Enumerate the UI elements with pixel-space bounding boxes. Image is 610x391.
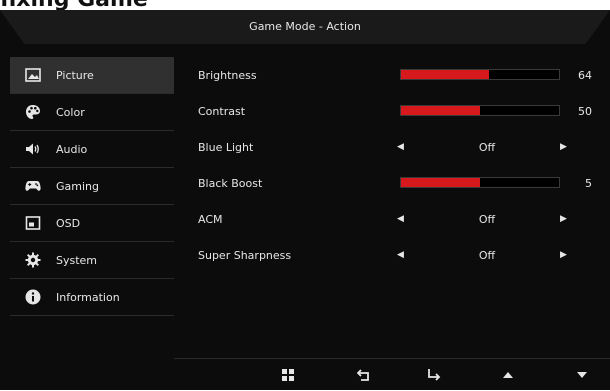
setting-option-value: Off [478, 248, 496, 262]
sidebar-item-color[interactable]: Color [10, 94, 174, 131]
sidebar-item-label: Information [56, 290, 120, 304]
gamepad-icon [24, 177, 42, 195]
sidebar-item-picture[interactable]: Picture [10, 57, 174, 94]
sidebar-item-osd[interactable]: OSD [10, 205, 174, 242]
brightness-slider[interactable] [400, 69, 560, 80]
setting-option-value: Off [478, 140, 496, 154]
info-icon [24, 288, 42, 306]
arrow-right-icon[interactable]: ▶ [560, 142, 567, 152]
sidebar-item-information[interactable]: Information [10, 279, 174, 316]
setting-label: Brightness [198, 68, 257, 82]
sidebar-item-label: System [56, 253, 98, 267]
sidebar-item-label: Audio [56, 142, 88, 156]
gear-icon [24, 251, 42, 269]
sidebar-item-gaming[interactable]: Gaming [10, 168, 174, 205]
setting-row-contrast[interactable]: Contrast 50 [198, 93, 598, 129]
picture-icon [24, 66, 42, 84]
setting-option-value: Off [478, 212, 496, 226]
up-icon[interactable] [498, 365, 518, 385]
sidebar-item-label: Color [56, 105, 85, 119]
setting-value: 50 [578, 104, 592, 118]
setting-value: 64 [578, 68, 592, 82]
arrow-left-icon[interactable]: ◀ [397, 214, 404, 224]
black-boost-slider[interactable] [400, 177, 560, 188]
setting-row-brightness[interactable]: Brightness 64 [198, 57, 598, 93]
sidebar-item-label: Gaming [56, 179, 99, 193]
setting-row-super-sharpness[interactable]: Super Sharpness ◀ Off ▶ [198, 237, 598, 273]
osd-window-icon [24, 214, 42, 232]
arrow-right-icon[interactable]: ▶ [560, 214, 567, 224]
enter-icon[interactable] [424, 365, 444, 385]
setting-row-acm[interactable]: ACM ◀ Off ▶ [198, 201, 598, 237]
slider-fill [401, 178, 480, 187]
sidebar-item-audio[interactable]: Audio [10, 131, 174, 168]
slider-fill [401, 106, 480, 115]
setting-label: ACM [198, 212, 223, 226]
page-heading-fragment: fixing Game [0, 0, 610, 10]
setting-label: Black Boost [198, 176, 263, 190]
palette-icon [24, 103, 42, 121]
osd-sidebar: Picture Color Audio Gaming OSD System In… [10, 57, 174, 316]
sidebar-item-label: Picture [56, 68, 94, 82]
arrow-right-icon[interactable]: ▶ [560, 250, 567, 260]
contrast-slider[interactable] [400, 105, 560, 116]
back-icon[interactable] [354, 365, 374, 385]
speaker-icon [24, 140, 42, 158]
setting-label: Blue Light [198, 140, 254, 154]
down-icon[interactable] [572, 365, 592, 385]
setting-row-black-boost[interactable]: Black Boost 5 [198, 165, 598, 201]
setting-label: Super Sharpness [198, 248, 292, 262]
page-heading: fixing Game [0, 0, 148, 10]
arrow-left-icon[interactable]: ◀ [397, 142, 404, 152]
osd-footer [174, 358, 610, 391]
setting-value: 5 [585, 176, 592, 190]
menu-grid-icon[interactable] [278, 365, 298, 385]
slider-fill [401, 70, 490, 79]
setting-row-blue-light[interactable]: Blue Light ◀ Off ▶ [198, 129, 598, 165]
osd-header-title: Game Mode - Action [249, 20, 361, 33]
monitor-osd-panel: Game Mode - Action Picture Color Audio G… [0, 10, 610, 390]
sidebar-item-system[interactable]: System [10, 242, 174, 279]
sidebar-item-label: OSD [56, 216, 81, 230]
setting-label: Contrast [198, 104, 246, 118]
arrow-left-icon[interactable]: ◀ [397, 250, 404, 260]
